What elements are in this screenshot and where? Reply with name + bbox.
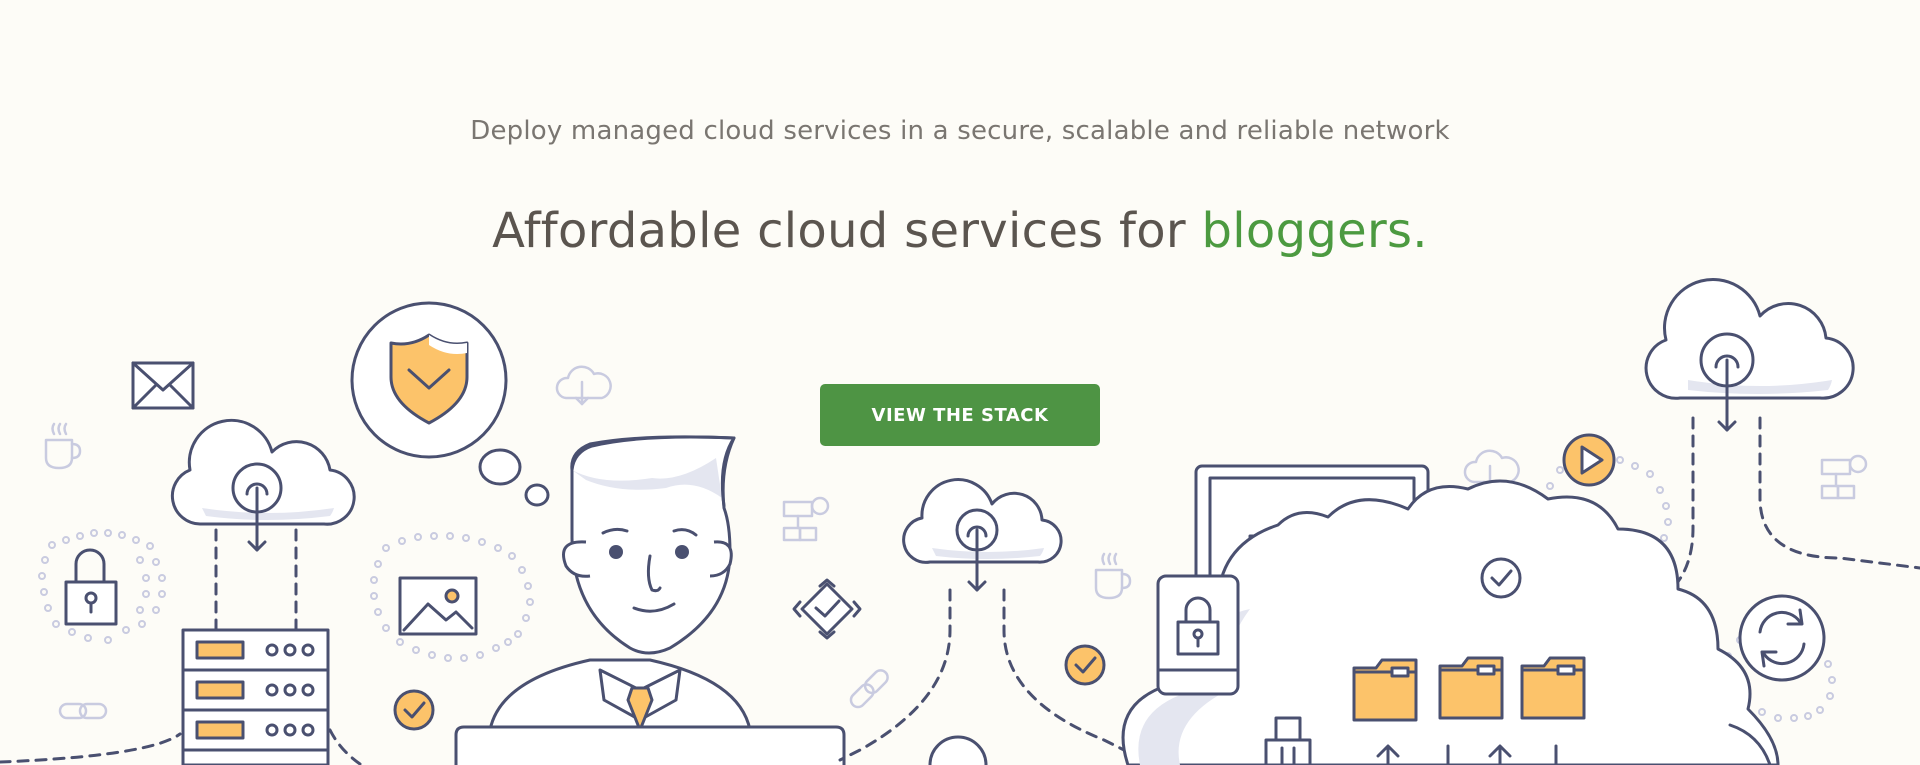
- laptop-icon: [454, 725, 846, 765]
- view-the-stack-button[interactable]: VIEW THE STACK: [820, 384, 1100, 446]
- folder-icon: [1520, 656, 1586, 720]
- chain-link-icon: [849, 669, 889, 709]
- refresh-icon: [1738, 594, 1826, 682]
- sitemap-icon: [782, 496, 830, 542]
- hero-headline: Affordable cloud services for bloggers.: [0, 203, 1920, 259]
- cloud-upload-icon: [1644, 278, 1855, 432]
- chain-link-icon: [58, 702, 108, 720]
- coffee-cup-icon: [1094, 552, 1132, 600]
- cloud-upload-icon: [902, 478, 1063, 592]
- play-button-icon: [1562, 433, 1616, 487]
- shield-thought-bubble-icon: [350, 301, 550, 507]
- phone-lock-icon: [1156, 574, 1240, 696]
- envelope-icon: [131, 361, 195, 410]
- checkmark-badge-icon: [393, 689, 435, 731]
- checkmark-badge-icon: [1480, 557, 1522, 599]
- image-frame-icon: [398, 576, 478, 636]
- sitemap-icon: [1820, 454, 1868, 500]
- headline-accent-word: bloggers.: [1201, 203, 1428, 259]
- server-rack-icon: [181, 628, 330, 765]
- headline-text: Affordable cloud services for: [492, 203, 1202, 259]
- diamond-check-icon: [792, 578, 862, 640]
- lock-icon: [64, 548, 118, 626]
- cloud-upload-icon: [170, 418, 356, 552]
- checkmark-badge-icon: [1064, 644, 1106, 686]
- folder-icon: [1352, 658, 1418, 722]
- hero-illustration: [0, 278, 1920, 765]
- folder-icon: [1438, 656, 1504, 720]
- hero-section: Deploy managed cloud services in a secur…: [0, 0, 1920, 765]
- coffee-cup-icon: [44, 422, 82, 470]
- cloud-download-icon: [555, 365, 612, 406]
- hero-tagline: Deploy managed cloud services in a secur…: [470, 116, 1450, 146]
